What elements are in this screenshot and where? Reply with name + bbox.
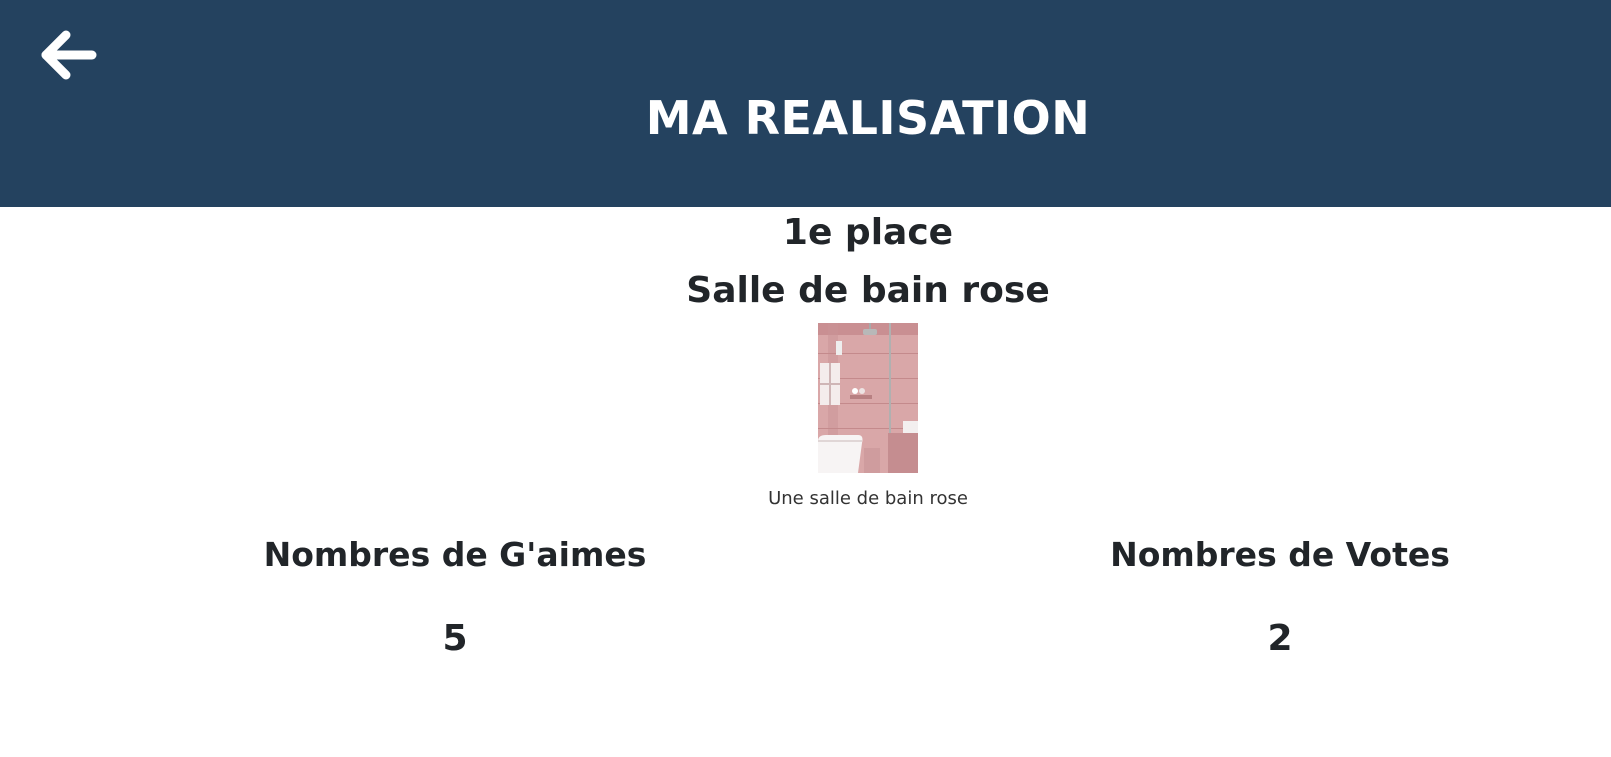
back-button[interactable] [38,26,100,88]
likes-count: 5 [442,618,468,659]
arrow-left-icon [41,30,97,80]
realisation-photo [818,323,918,473]
votes-label: Nombres de Votes [1110,535,1450,574]
app-header: MA REALISATION [0,0,1611,207]
realisation-title: Salle de bain rose [686,270,1050,311]
votes-stat: Nombres de Votes 2 [980,530,1580,664]
likes-stat: Nombres de G'aimes 5 [155,530,755,664]
image-caption: Une salle de bain rose [768,488,968,509]
rank-heading: 1e place [782,212,954,253]
votes-count: 2 [1267,618,1293,659]
bathroom-image [818,323,918,473]
likes-label: Nombres de G'aimes [263,535,647,574]
page-title: MA REALISATION [645,91,1091,145]
